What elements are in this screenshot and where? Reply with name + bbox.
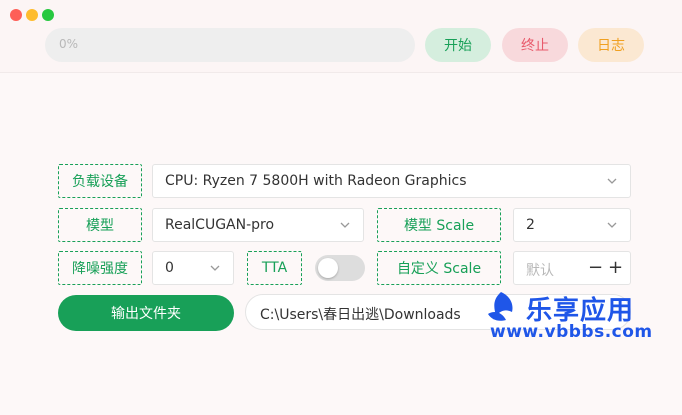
model-scale-select[interactable]: 2 <box>513 208 631 242</box>
watermark-url: www.vbbbs.com <box>490 322 653 342</box>
tta-label: TTA <box>247 251 302 285</box>
model-scale-label: 模型 Scale <box>377 208 501 242</box>
maximize-window-button[interactable] <box>42 9 54 21</box>
custom-scale-placeholder: 默认 <box>526 263 554 279</box>
chevron-down-icon <box>210 265 220 271</box>
denoise-value: 0 <box>165 260 174 276</box>
chevron-down-icon <box>607 222 617 228</box>
model-scale-value: 2 <box>526 217 535 233</box>
watermark: 乐享应用 www.vbbbs.com <box>484 288 656 346</box>
device-label: 负载设备 <box>58 164 142 198</box>
increment-button[interactable]: + <box>608 258 623 278</box>
chevron-down-icon <box>607 178 617 184</box>
watermark-logo-icon <box>488 292 513 321</box>
device-select[interactable]: CPU: Ryzen 7 5800H with Radeon Graphics <box>152 164 631 198</box>
output-path-value: C:\Users\春日出逃\Downloads <box>260 307 461 323</box>
denoise-label: 降噪强度 <box>58 251 142 285</box>
stop-button[interactable]: 终止 <box>502 28 568 62</box>
progress-label: 0% <box>59 37 79 51</box>
chevron-down-icon <box>340 222 350 228</box>
decrement-button[interactable]: − <box>588 258 603 278</box>
top-bar: 0% 开始 终止 日志 <box>0 0 682 73</box>
app-window: 0% 开始 终止 日志 负载设备 CPU: Ryzen 7 5800H with… <box>0 0 682 415</box>
minimize-window-button[interactable] <box>26 9 38 21</box>
tta-toggle-knob <box>318 258 338 278</box>
denoise-select[interactable]: 0 <box>152 251 234 285</box>
log-button[interactable]: 日志 <box>578 28 644 62</box>
model-select[interactable]: RealCUGAN-pro <box>152 208 364 242</box>
model-select-value: RealCUGAN-pro <box>165 217 275 233</box>
progress-bar: 0% <box>45 28 415 62</box>
custom-scale-label: 自定义 Scale <box>377 251 501 285</box>
output-folder-button[interactable]: 输出文件夹 <box>58 295 234 331</box>
model-label: 模型 <box>58 208 142 242</box>
tta-toggle[interactable] <box>315 255 365 281</box>
device-select-value: CPU: Ryzen 7 5800H with Radeon Graphics <box>165 173 467 189</box>
close-window-button[interactable] <box>10 9 22 21</box>
custom-scale-input[interactable]: 默认 − + <box>513 251 631 285</box>
start-button[interactable]: 开始 <box>425 28 491 62</box>
